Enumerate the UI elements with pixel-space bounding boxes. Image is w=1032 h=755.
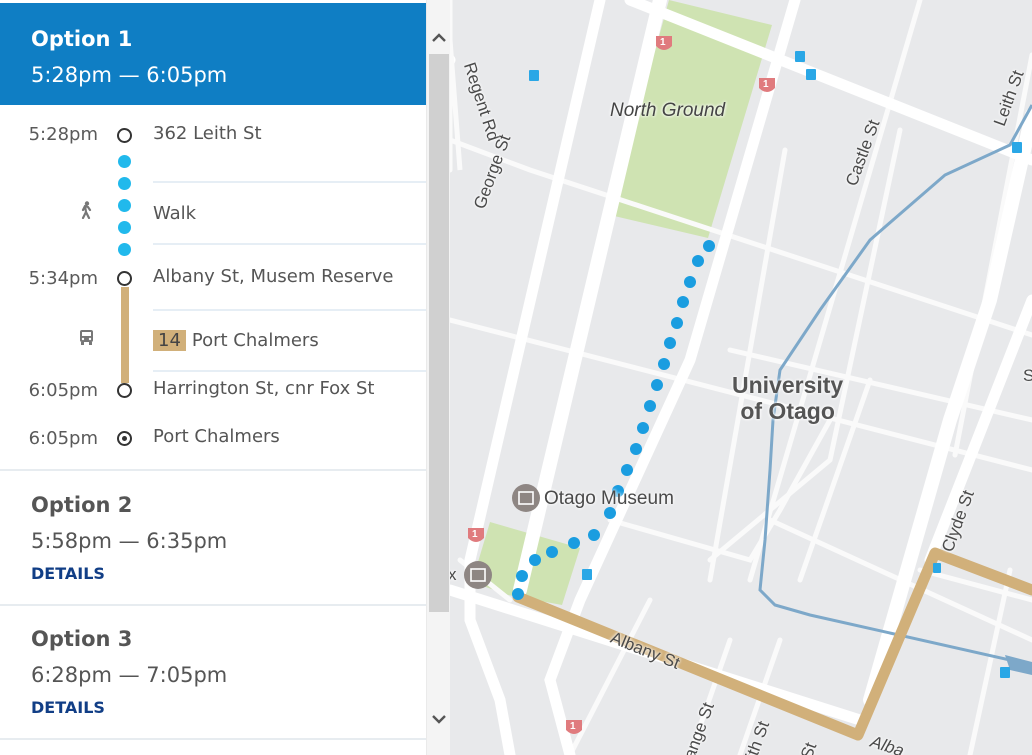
option-3[interactable]: Option 3 6:28pm — 7:05pm DETAILS (0, 606, 426, 739)
stop-node (117, 383, 132, 398)
walk-route-dot (621, 464, 633, 476)
step-label: Port Chalmers (191, 330, 319, 351)
walk-route-dot (529, 554, 541, 566)
step-time: 6:05pm (28, 380, 98, 401)
option-time: 5:58pm — 6:35pm (31, 529, 228, 553)
walk-route-dot (692, 255, 704, 267)
step-label: 362 Leith St (153, 123, 262, 144)
details-link[interactable]: DETAILS (31, 698, 105, 717)
separator (153, 243, 426, 245)
walk-route-dot (664, 337, 676, 349)
step-time: 6:05pm (28, 428, 98, 449)
walk-route-dot (516, 570, 528, 582)
walk-route-dot (568, 537, 580, 549)
bus-stop-icons (529, 51, 1022, 678)
step-label: Albany St, Musem Reserve (153, 266, 394, 287)
walk-route-dot (677, 296, 689, 308)
walk-route-dot (644, 400, 656, 412)
street-label: S (1023, 366, 1032, 385)
place-label-line: University (732, 372, 844, 398)
separator (153, 309, 426, 311)
walk-dot (118, 243, 131, 256)
walk-route-dot (658, 358, 670, 370)
separator (153, 370, 426, 372)
bus-route-step: 14 Port Chalmers (153, 330, 319, 351)
option-time: 5:28pm — 6:05pm (31, 63, 228, 87)
scrollbar[interactable] (426, 0, 451, 755)
place-label-university: University of Otago (732, 372, 843, 424)
option-1-header[interactable]: Option 1 5:28pm — 6:05pm (0, 3, 426, 105)
divider (0, 738, 426, 740)
chevron-up-icon[interactable] (427, 26, 451, 48)
place-label-line: of Otago (740, 398, 835, 424)
details-link[interactable]: DETAILS (31, 564, 105, 583)
walk-icon (76, 200, 96, 220)
route-badge: 14 (153, 330, 186, 351)
walk-route-dot (651, 379, 663, 391)
scrollbar-thumb[interactable] (429, 54, 449, 612)
step-time: 5:28pm (28, 124, 98, 145)
walk-route-dot (512, 588, 524, 600)
highway-shield-number: 1 (570, 721, 576, 732)
step-label: Port Chalmers (153, 426, 280, 447)
step-label: Walk (153, 203, 197, 224)
walk-route-dot (637, 422, 649, 434)
park-label: North Ground (610, 100, 726, 121)
walk-route-dot (546, 546, 558, 558)
walk-route-dot (630, 443, 642, 455)
option-time: 6:28pm — 7:05pm (31, 663, 228, 687)
option-title: Option 1 (31, 27, 133, 51)
walk-dot (118, 177, 131, 190)
highway-shield-number: 1 (660, 37, 666, 48)
step-label: Harrington St, cnr Fox St (153, 378, 375, 399)
destination-node (117, 431, 132, 446)
walk-route-dot (703, 240, 715, 252)
itinerary-panel: Option 1 5:28pm — 6:05pm 5:28pm 362 Leit… (0, 0, 426, 755)
separator (153, 181, 426, 183)
highway-shield-number: 1 (763, 79, 769, 90)
walk-dot (118, 221, 131, 234)
stop-node (117, 271, 132, 286)
walk-route-dot (588, 529, 600, 541)
walk-route-dot (671, 317, 683, 329)
option-2[interactable]: Option 2 5:58pm — 6:35pm DETAILS (0, 471, 426, 604)
map[interactable]: Regent Rd George St North Ground Castle … (450, 0, 1032, 755)
highway-shield-number: 1 (472, 529, 478, 540)
bus-icon (76, 327, 96, 347)
walk-dot (118, 199, 131, 212)
walk-route-dot (684, 276, 696, 288)
option-title: Option 2 (31, 493, 133, 517)
chevron-down-icon[interactable] (427, 708, 451, 730)
bus-line (121, 287, 129, 383)
poi-label: Otago Museum (544, 488, 674, 509)
stop-node (117, 128, 132, 143)
option-title: Option 3 (31, 627, 133, 651)
step-time: 5:34pm (28, 268, 98, 289)
walk-dot (118, 155, 131, 168)
poi-label: x (450, 565, 457, 584)
